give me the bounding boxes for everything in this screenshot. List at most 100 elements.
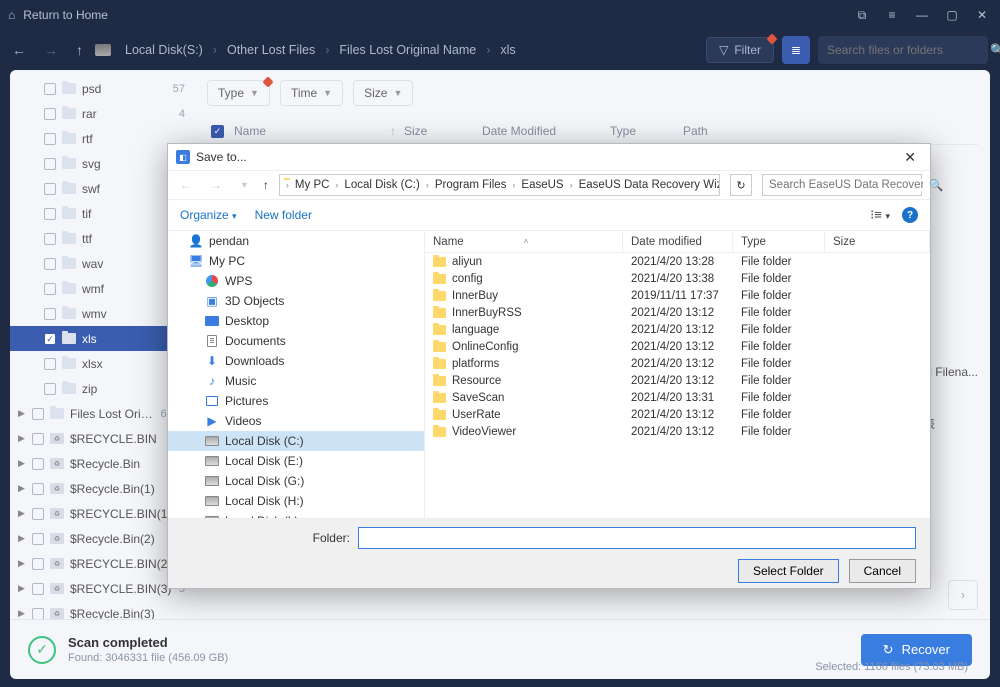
sidebar-checkbox[interactable]: [32, 408, 44, 420]
search-icon[interactable]: 🔍: [990, 43, 1000, 57]
expand-icon[interactable]: ▶: [18, 433, 25, 444]
list-item[interactable]: config 2021/4/20 13:38 File folder: [425, 270, 930, 287]
sidebar-checkbox[interactable]: [44, 333, 56, 345]
sidebar-item-psd[interactable]: psd 57: [10, 76, 195, 101]
sidebar-checkbox[interactable]: [32, 508, 44, 520]
tree-item-localdiski[interactable]: Local Disk (I:): [168, 511, 424, 518]
expand-icon[interactable]: ▶: [18, 458, 25, 469]
chip-time[interactable]: Time ▼: [280, 80, 343, 106]
sidebar-checkbox[interactable]: [44, 258, 56, 270]
nav-forward-icon[interactable]: →: [44, 42, 58, 58]
home-button[interactable]: ⌂ Return to Home: [8, 8, 108, 22]
sidebar-checkbox[interactable]: [44, 233, 56, 245]
mlh-date[interactable]: Date modified: [623, 231, 733, 252]
list-item[interactable]: VideoViewer 2021/4/20 13:12 File folder: [425, 423, 930, 440]
tree-item-localdiskh[interactable]: Local Disk (H:): [168, 491, 424, 511]
sidebar-checkbox[interactable]: [44, 383, 56, 395]
view-options-button[interactable]: ⁝≡ ▾: [870, 207, 890, 223]
dialog-close-button[interactable]: ✕: [898, 149, 922, 166]
maximize-icon[interactable]: ▢: [942, 8, 962, 22]
dialog-path[interactable]: › My PC › Local Disk (C:) › Program File…: [279, 174, 720, 196]
path-seg-2[interactable]: Program Files: [431, 179, 511, 191]
dialog-list-body[interactable]: aliyun 2021/4/20 13:28 File folder confi…: [425, 253, 930, 518]
dialog-forward-button[interactable]: →: [206, 178, 226, 192]
sidebar-checkbox[interactable]: [32, 433, 44, 445]
close-icon[interactable]: ✕: [972, 8, 992, 22]
minimize-icon[interactable]: —: [912, 8, 932, 22]
list-item[interactable]: aliyun 2021/4/20 13:28 File folder: [425, 253, 930, 270]
sidebar-checkbox[interactable]: [44, 133, 56, 145]
tree-item-downloads[interactable]: ⬇Downloads: [168, 351, 424, 371]
folder-input[interactable]: [358, 527, 916, 549]
tree-item-wps[interactable]: WPS: [168, 271, 424, 291]
organize-button[interactable]: Organize ▾: [180, 208, 237, 222]
select-folder-button[interactable]: Select Folder: [738, 559, 839, 583]
tree-item-pendan[interactable]: 👤pendan: [168, 231, 424, 251]
tree-item-mypc[interactable]: 🖥My PC: [168, 251, 424, 271]
sidebar-checkbox[interactable]: [44, 208, 56, 220]
tree-item-3dobjects[interactable]: ▣3D Objects: [168, 291, 424, 311]
list-item[interactable]: OnlineConfig 2021/4/20 13:12 File folder: [425, 338, 930, 355]
path-seg-0[interactable]: My PC: [291, 179, 334, 191]
nav-back-icon[interactable]: ←: [12, 42, 26, 58]
col-date-label[interactable]: Date Modified: [482, 124, 602, 138]
sidebar-checkbox[interactable]: [32, 483, 44, 495]
tree-item-localdiskg[interactable]: Local Disk (G:): [168, 471, 424, 491]
tree-item-desktop[interactable]: Desktop: [168, 311, 424, 331]
sidebar-checkbox[interactable]: [44, 358, 56, 370]
mlh-name[interactable]: Name ˄: [425, 231, 623, 252]
select-all-checkbox[interactable]: ✓: [211, 125, 224, 138]
list-item[interactable]: platforms 2021/4/20 13:12 File folder: [425, 355, 930, 372]
path-seg-1[interactable]: Local Disk (C:): [340, 179, 423, 191]
nav-up-icon[interactable]: ↑: [76, 42, 83, 58]
mlh-type[interactable]: Type: [733, 231, 825, 252]
list-item[interactable]: Resource 2021/4/20 13:12 File folder: [425, 372, 930, 389]
bc-seg-0[interactable]: Local Disk(S:): [125, 43, 203, 57]
sidebar-item-rar[interactable]: rar 4: [10, 101, 195, 126]
sidebar-checkbox[interactable]: [44, 158, 56, 170]
dialog-refresh-button[interactable]: ↻: [730, 174, 752, 196]
sidebar-checkbox[interactable]: [32, 558, 44, 570]
sidebar-checkbox[interactable]: [44, 308, 56, 320]
list-item[interactable]: SaveScan 2021/4/20 13:31 File folder: [425, 389, 930, 406]
expand-icon[interactable]: ▶: [18, 508, 25, 519]
bc-seg-2[interactable]: Files Lost Original Name: [339, 43, 476, 57]
col-size-label[interactable]: Size: [404, 124, 474, 138]
sidebar-checkbox[interactable]: [32, 458, 44, 470]
bc-seg-3[interactable]: xls: [500, 43, 515, 57]
help-button[interactable]: ?: [902, 207, 918, 223]
tree-item-videos[interactable]: ▶Videos: [168, 411, 424, 431]
filter-button[interactable]: ▽ Filter: [706, 37, 774, 63]
path-seg-3[interactable]: EaseUS: [517, 179, 567, 191]
expand-icon[interactable]: ▶: [18, 583, 25, 594]
sort-up-icon[interactable]: ↑: [390, 124, 396, 138]
menu-icon[interactable]: ≡: [882, 8, 902, 22]
tree-item-music[interactable]: ♪Music: [168, 371, 424, 391]
dialog-up-button[interactable]: ↑: [263, 178, 269, 192]
dialog-search-wrap[interactable]: 🔍: [762, 174, 922, 196]
sidebar-checkbox[interactable]: [44, 283, 56, 295]
search-icon[interactable]: 🔍: [929, 178, 943, 192]
tree-item-localdiskc[interactable]: Local Disk (C:): [168, 431, 424, 451]
tree-item-pictures[interactable]: Pictures: [168, 391, 424, 411]
sidebar-checkbox[interactable]: [32, 583, 44, 595]
expand-icon[interactable]: ▶: [18, 608, 25, 619]
mlh-size[interactable]: Size: [825, 231, 930, 252]
list-item[interactable]: InnerBuy 2019/11/11 17:37 File folder: [425, 287, 930, 304]
preview-next-button[interactable]: ›: [948, 580, 978, 610]
dialog-search-input[interactable]: [769, 179, 923, 191]
new-folder-button[interactable]: New folder: [255, 208, 312, 222]
share-icon[interactable]: ⧉: [852, 8, 872, 23]
col-path-label[interactable]: Path: [683, 124, 974, 138]
search-input[interactable]: [827, 43, 982, 57]
chip-size[interactable]: Size ▼: [353, 80, 413, 106]
dialog-back-button[interactable]: ←: [176, 178, 196, 192]
cancel-button[interactable]: Cancel: [849, 559, 916, 583]
bc-seg-1[interactable]: Other Lost Files: [227, 43, 315, 57]
list-item[interactable]: UserRate 2021/4/20 13:12 File folder: [425, 406, 930, 423]
search-input-wrap[interactable]: 🔍: [818, 36, 988, 64]
list-item[interactable]: InnerBuyRSS 2021/4/20 13:12 File folder: [425, 304, 930, 321]
view-toggle-button[interactable]: ≣: [782, 36, 810, 64]
expand-icon[interactable]: ▶: [18, 558, 25, 569]
chip-type[interactable]: Type ▼: [207, 80, 270, 106]
